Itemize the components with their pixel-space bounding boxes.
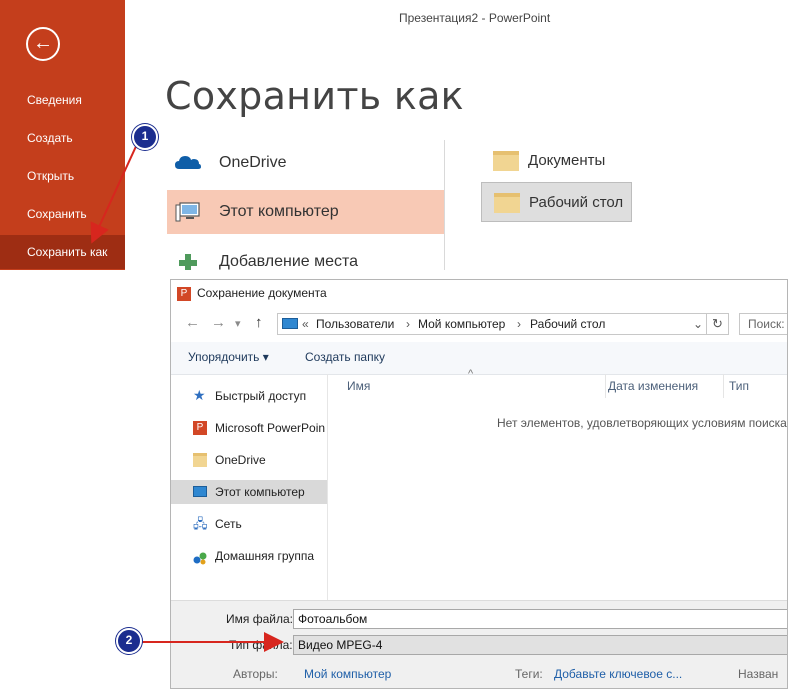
arrow-to-save-as bbox=[90, 141, 139, 244]
callout-badge-2: 2 bbox=[116, 628, 142, 654]
callout-arrows bbox=[90, 141, 284, 652]
callout-badge-1: 1 bbox=[132, 124, 158, 150]
